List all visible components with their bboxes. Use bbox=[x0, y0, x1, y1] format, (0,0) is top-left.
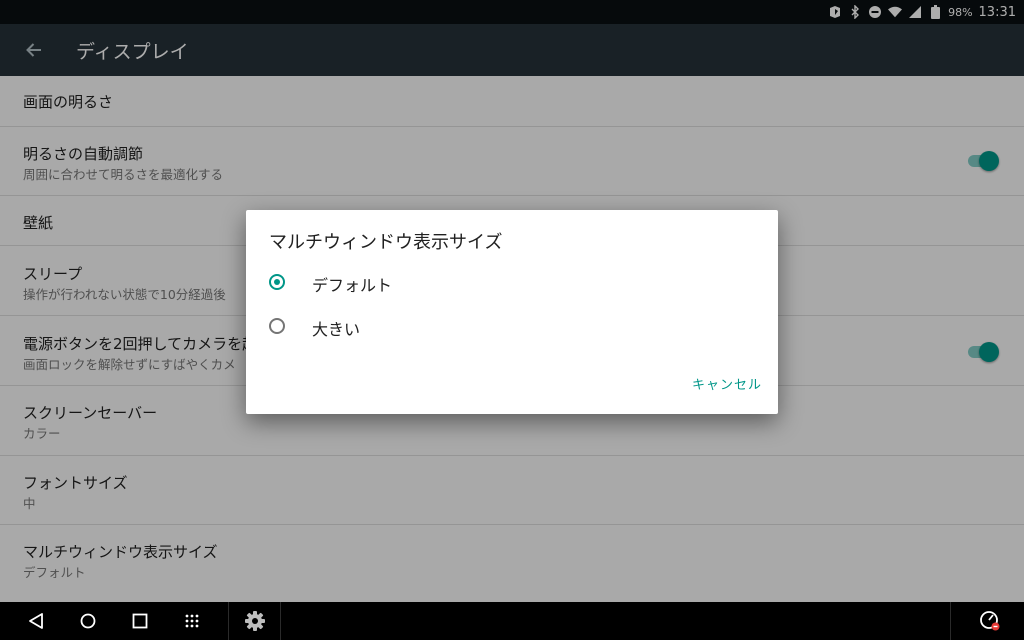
nav-divider bbox=[950, 602, 951, 640]
option-label: 大きい bbox=[312, 320, 361, 339]
nav-recents-button[interactable] bbox=[126, 607, 154, 635]
nav-divider bbox=[228, 602, 229, 640]
nav-home-icon bbox=[80, 613, 96, 629]
nav-home-button[interactable] bbox=[74, 607, 102, 635]
dialog-title: マルチウィンドウ表示サイズ bbox=[269, 232, 503, 253]
app-drawer-icon bbox=[185, 614, 199, 628]
option-label: デフォルト bbox=[312, 276, 393, 295]
settings-app-button[interactable] bbox=[241, 607, 269, 635]
multiwindow-size-dialog: マルチウィンドウ表示サイズ デフォルト 大きい キャンセル bbox=[246, 210, 778, 414]
nav-divider bbox=[280, 602, 281, 640]
speed-meter-button[interactable] bbox=[976, 607, 1004, 635]
option-large[interactable]: 大きい bbox=[266, 310, 566, 346]
cancel-button[interactable]: キャンセル bbox=[692, 374, 762, 393]
settings-gear-icon bbox=[245, 611, 265, 631]
nav-back-button[interactable] bbox=[22, 607, 50, 635]
navigation-bar bbox=[0, 602, 1024, 640]
radio-selected-icon[interactable] bbox=[269, 274, 285, 290]
option-default[interactable]: デフォルト bbox=[266, 266, 566, 302]
nav-back-icon bbox=[29, 613, 43, 629]
app-drawer-button[interactable] bbox=[178, 607, 206, 635]
nav-recents-icon bbox=[132, 613, 148, 629]
speed-meter-icon bbox=[980, 611, 1000, 631]
radio-unselected-icon[interactable] bbox=[269, 318, 285, 334]
